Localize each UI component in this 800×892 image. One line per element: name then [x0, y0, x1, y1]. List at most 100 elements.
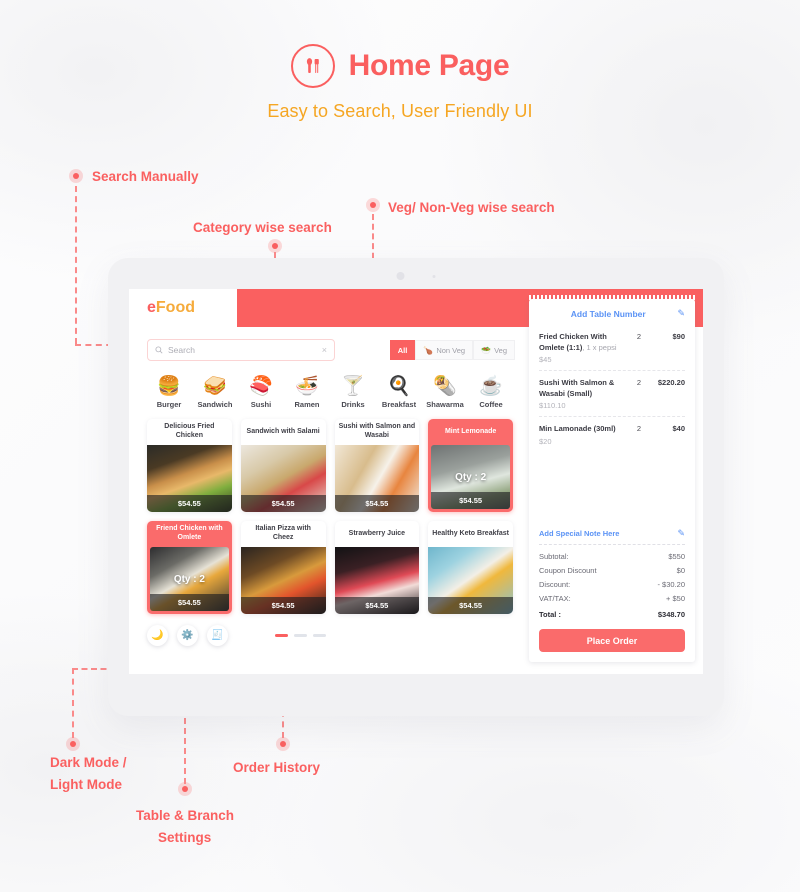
filter-all-button[interactable]: All [389, 340, 416, 360]
category-label: Coffee [479, 400, 503, 409]
pencil-icon[interactable]: ✎ [677, 528, 685, 539]
brand-prefix: e [147, 299, 156, 316]
product-card[interactable]: Delicious Fried Chicken $54.55 [147, 419, 232, 512]
total-label: Discount: [539, 580, 571, 589]
product-row: Delicious Fried Chicken $54.55 Sandwich … [147, 419, 513, 512]
annotation-dark-mode-1: Dark Mode / [50, 755, 127, 770]
product-photo: Qty : 2 $54.55 [150, 547, 229, 611]
annotation-dot-search [69, 169, 83, 183]
product-card[interactable]: Healthy Keto Breakfast $54.55 [428, 521, 513, 614]
annotation-dot-veg [366, 198, 380, 212]
order-item-amount: $40 [672, 424, 685, 433]
category-item-sandwich[interactable]: 🥪 Sandwich [193, 375, 237, 409]
place-order-button[interactable]: Place Order [539, 629, 685, 652]
product-price: $54.55 [428, 597, 513, 614]
product-card-selected[interactable]: Friend Chicken with Omlete Qty : 2 $54.5… [147, 521, 232, 614]
product-price: $54.55 [147, 495, 232, 512]
special-note-row: Add Special Note Here ✎ [529, 522, 695, 539]
product-title: Sushi with Salmon and Wasabi [338, 423, 416, 439]
product-price: $54.55 [431, 492, 510, 509]
annotation-order-history: Order History [233, 760, 321, 775]
product-photo: $54.55 [240, 445, 326, 512]
annotation-category-wise-search: Category wise search [193, 220, 332, 235]
order-history-button[interactable]: 🧾 [207, 625, 228, 646]
order-item-unit-price: $45 [539, 355, 552, 364]
order-item-name: Min Lamonade (30ml) [539, 424, 616, 433]
order-pane: Add Table Number ✎ Fried Chicken With Om… [529, 295, 703, 674]
diet-filter-group: All 🍗 Non Veg 🥗 Veg [389, 340, 515, 360]
shawarma-icon: 🌯 [433, 376, 457, 397]
category-item-drinks[interactable]: 🍸 Drinks [331, 375, 375, 409]
category-item-breakfast[interactable]: 🍳 Breakfast [377, 375, 421, 409]
product-price: $54.55 [334, 495, 420, 512]
order-panel: Add Table Number ✎ Fried Chicken With Om… [529, 295, 695, 662]
product-card[interactable]: Sandwich with Salami $54.55 [240, 419, 326, 512]
settings-button[interactable]: ⚙️ [177, 625, 198, 646]
filter-nonveg-button[interactable]: 🍗 Non Veg [415, 340, 474, 360]
search-input[interactable]: Search × [147, 339, 335, 361]
category-label: Breakfast [381, 400, 417, 409]
order-item-unit-price: $110.10 [539, 401, 566, 410]
product-photo: $54.55 [240, 547, 326, 614]
product-photo: $54.55 [428, 547, 513, 614]
add-table-number-link[interactable]: Add Table Number [539, 309, 677, 319]
annotation-table-branch: Table & Branch [136, 808, 235, 823]
annotation-search-manually: Search Manually [92, 169, 199, 184]
total-value: + $50 [666, 594, 685, 603]
veg-icon: 🥗 [481, 345, 492, 355]
order-item-qty: 2 [636, 378, 642, 387]
page-subtitle: Easy to Search, User Friendly UI [267, 101, 533, 121]
catalog-pane: Search × All 🍗 Non Veg 🥗 Veg 🍔 Burger 🥪 … [129, 327, 529, 674]
order-items-list: Fried Chicken With Omlete (1:1), 1 x pep… [529, 325, 695, 522]
moon-icon: 🌙 [151, 630, 164, 641]
receipt-icon: 🧾 [211, 630, 224, 641]
category-strip: 🍔 Burger 🥪 Sandwich 🍣 Sushi 🍜 Ramen 🍸 Dr… [147, 375, 521, 409]
dark-mode-toggle[interactable]: 🌙 [147, 625, 168, 646]
grand-total-label: Total : [539, 609, 561, 619]
total-row-grand: Total : $348.70 [539, 606, 685, 622]
page-header: Home Page Easy to Search, User Friendly … [0, 44, 800, 122]
total-label: Subtotal: [539, 552, 569, 561]
filter-veg-label: Veg [494, 345, 507, 355]
drinks-icon: 🍸 [341, 376, 365, 397]
order-item[interactable]: Min Lamonade (30ml) 2 $40 $20 [539, 417, 685, 452]
product-card[interactable]: Italian Pizza with Cheez $54.55 [240, 521, 326, 614]
page-dash-2[interactable] [294, 633, 307, 638]
category-item-coffee[interactable]: ☕ Coffee [469, 375, 513, 409]
category-label: Sushi [250, 400, 272, 409]
product-price: $54.55 [240, 597, 326, 614]
annotation-dot-settings [178, 782, 192, 796]
category-item-ramen[interactable]: 🍜 Ramen [285, 375, 329, 409]
product-card[interactable]: Strawberry Juice $54.55 [334, 521, 420, 614]
order-item[interactable]: Fried Chicken With Omlete (1:1), 1 x pep… [539, 325, 685, 371]
category-item-shawarma[interactable]: 🌯 Shawarma [423, 375, 467, 409]
filter-nonveg-label: Non Veg [436, 345, 466, 355]
order-item-amount: $220.20 [657, 378, 685, 387]
pagination-indicator[interactable] [275, 633, 326, 638]
annotation-dot-darkmode [66, 737, 80, 751]
category-item-sushi[interactable]: 🍣 Sushi [239, 375, 283, 409]
pencil-icon[interactable]: ✎ [677, 308, 685, 319]
category-item-burger[interactable]: 🍔 Burger [147, 375, 191, 409]
order-item-unit-price: $20 [539, 436, 552, 446]
page-title: Home Page [348, 49, 510, 82]
product-card-selected[interactable]: Mint Lemonade Qty : 2 $54.55 [428, 419, 513, 512]
annotation-line-darkmode [72, 668, 74, 738]
bottom-toolbar: 🌙 ⚙️ 🧾 [147, 625, 521, 646]
coffee-icon: ☕ [479, 376, 503, 397]
burger-icon: 🍔 [157, 376, 181, 397]
gear-icon: ⚙️ [181, 630, 194, 641]
product-price: $54.55 [334, 597, 420, 614]
order-item[interactable]: Sushi With Salmon & Wasabi (Small) 2 $22… [539, 371, 685, 417]
product-card[interactable]: Sushi with Salmon and Wasabi $54.55 [334, 419, 420, 512]
page-dash-1[interactable] [275, 633, 288, 638]
filter-veg-button[interactable]: 🥗 Veg [473, 340, 515, 360]
order-item-addon: , 1 x pepsi [582, 342, 617, 352]
page-dash-3[interactable] [313, 633, 326, 638]
order-item-amount: $90 [672, 332, 685, 341]
brand-logo[interactable]: eFood [129, 289, 237, 327]
search-clear-icon[interactable]: × [322, 345, 327, 355]
filter-all-label: All [397, 345, 408, 355]
product-title: Sandwich with Salami [246, 427, 320, 435]
add-special-note-link[interactable]: Add Special Note Here [539, 529, 619, 538]
